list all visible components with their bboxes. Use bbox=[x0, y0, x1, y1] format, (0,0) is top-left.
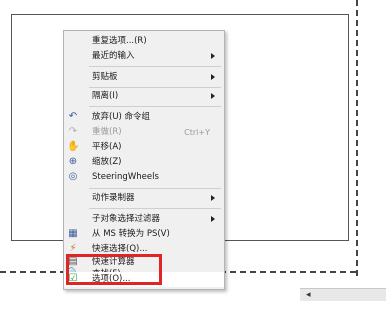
submenu-arrow-icon bbox=[211, 74, 215, 80]
menu-item-label: 最近的输入 bbox=[92, 51, 135, 61]
menu-item-steeringwheels[interactable]: ◎ SteeringWheels bbox=[64, 170, 224, 185]
menu-item-isolate[interactable]: 隔离(I) bbox=[64, 89, 224, 104]
menu-item-repeat-options[interactable]: 重复选项...(R) bbox=[64, 34, 224, 49]
horizontal-scrollbar[interactable]: ◂ bbox=[300, 288, 386, 302]
menu-separator bbox=[89, 87, 221, 88]
menu-item-label: 重做(R) bbox=[92, 127, 122, 137]
menu-item-pan[interactable]: ✋ 平移(A) bbox=[64, 140, 224, 155]
menu-item-label: 重复选项...(R) bbox=[92, 36, 147, 46]
menu-item-label: 剪贴板 bbox=[92, 72, 118, 82]
submenu-arrow-icon bbox=[211, 216, 215, 222]
redo-icon: ↷ bbox=[68, 126, 78, 137]
menu-item-shortcut: Ctrl+Y bbox=[184, 128, 210, 137]
menu-item-label: 动作录制器 bbox=[92, 193, 135, 203]
context-menu: 重复选项...(R) 最近的输入 剪贴板 隔离(I) ↶ 放弃(U) 命令组 ↷… bbox=[63, 30, 225, 290]
undo-icon: ↶ bbox=[68, 111, 78, 122]
status-bar bbox=[0, 301, 386, 318]
menu-item-action-recorder[interactable]: 动作录制器 bbox=[64, 191, 224, 206]
menu-item-subobject-filter[interactable]: 子对象选择过滤器 bbox=[64, 212, 224, 227]
pan-icon: ✋ bbox=[67, 141, 80, 152]
menu-item-convert-ms-ps[interactable]: ▦ 从 MS 转换为 PS(V) bbox=[64, 227, 224, 242]
submenu-arrow-icon bbox=[211, 195, 215, 201]
menu-separator bbox=[89, 188, 221, 189]
zoom-icon: ⊕ bbox=[68, 156, 78, 167]
menu-item-zoom[interactable]: ⊕ 缩放(Z) bbox=[64, 155, 224, 170]
convert-space-icon: ▦ bbox=[68, 228, 78, 239]
menu-item-redo[interactable]: ↷ 重做(R) Ctrl+Y bbox=[64, 125, 224, 140]
menu-item-label: 子对象选择过滤器 bbox=[92, 214, 161, 224]
menu-item-label: 从 MS 转换为 PS(V) bbox=[92, 229, 170, 239]
menu-item-label: SteeringWheels bbox=[92, 172, 159, 182]
menu-separator bbox=[89, 66, 221, 67]
menu-separator bbox=[89, 106, 221, 107]
steering-wheel-icon: ◎ bbox=[68, 171, 78, 182]
menu-item-label: 缩放(Z) bbox=[92, 157, 122, 167]
menu-item-label: 隔离(I) bbox=[92, 91, 119, 101]
layout-boundary-right bbox=[356, 0, 358, 276]
highlight-annotation bbox=[66, 254, 162, 285]
menu-item-undo-group[interactable]: ↶ 放弃(U) 命令组 bbox=[64, 110, 224, 125]
submenu-arrow-icon bbox=[211, 53, 215, 59]
menu-item-clipboard[interactable]: 剪贴板 bbox=[64, 70, 224, 85]
menu-item-recent-input[interactable]: 最近的输入 bbox=[64, 49, 224, 64]
menu-item-label: 平移(A) bbox=[92, 142, 122, 152]
submenu-arrow-icon bbox=[211, 93, 215, 99]
menu-item-label: 放弃(U) 命令组 bbox=[92, 112, 151, 122]
menu-separator bbox=[89, 208, 221, 209]
